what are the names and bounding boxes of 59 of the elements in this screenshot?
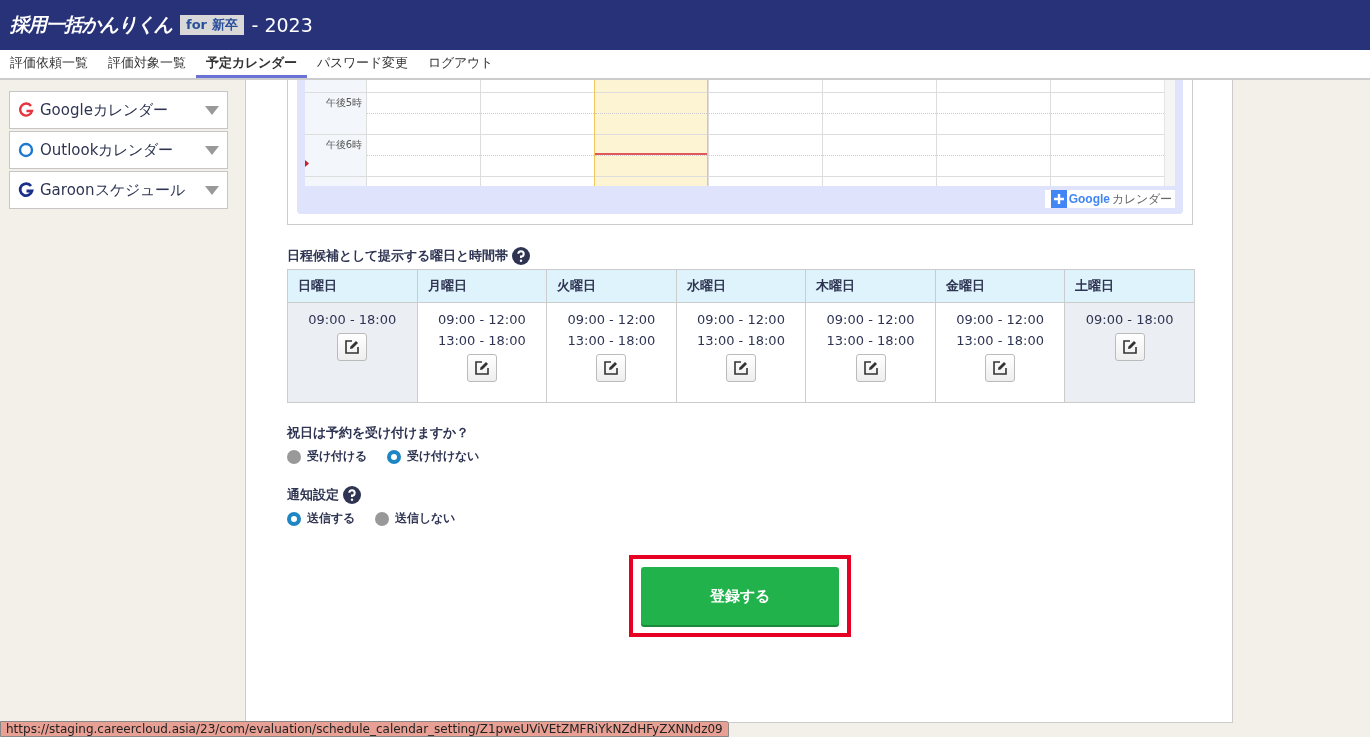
edit-button[interactable]	[466, 354, 497, 382]
table-header: 水曜日	[676, 269, 806, 303]
calendar-dropdown[interactable]: Outlookカレンダー	[9, 131, 228, 169]
edit-icon	[1121, 339, 1138, 355]
table-header: 土曜日	[1064, 269, 1195, 303]
calendar-dropdown[interactable]: Googleカレンダー	[9, 91, 228, 129]
header-title: - 2023	[251, 14, 313, 36]
nav-tab[interactable]: ログアウト	[418, 50, 503, 78]
table-cell: 09:00 - 12:00 13:00 - 18:00	[805, 302, 936, 403]
time-marker-icon	[305, 160, 309, 167]
caret-icon	[205, 185, 219, 195]
table-header: 木曜日	[805, 269, 936, 303]
time-label: 午後6時	[325, 139, 362, 150]
question-label: 祝日は予約を受け付けますか？	[287, 424, 469, 442]
edit-icon	[603, 360, 620, 376]
table-header: 金曜日	[935, 269, 1065, 303]
scrollbar[interactable]	[1164, 80, 1175, 186]
edit-button[interactable]	[855, 354, 886, 382]
nav-tab[interactable]: パスワード変更	[307, 50, 418, 78]
table-cell: 09:00 - 18:00	[1064, 302, 1195, 403]
table-header: 日曜日	[287, 269, 418, 303]
radio-option[interactable]: 送信しない	[375, 510, 455, 527]
calendar-dropdown[interactable]: Garoonスケジュール	[9, 171, 228, 209]
edit-button[interactable]	[1114, 333, 1145, 361]
section-title: 日程候補として提示する曜日と時間帯	[287, 247, 508, 265]
g-letter-icon	[18, 182, 34, 198]
nav-tab[interactable]: 評価対象一覧	[98, 50, 196, 78]
table-cell: 09:00 - 12:00 13:00 - 18:00	[417, 302, 547, 403]
caret-icon	[205, 105, 219, 115]
logo-tag: for 新卒	[180, 15, 244, 35]
edit-icon	[473, 360, 490, 376]
nav-tab[interactable]: 評価依頼一覧	[0, 50, 98, 78]
edit-icon	[344, 339, 361, 355]
time-label: 午後5時	[325, 97, 362, 108]
ring-icon	[18, 142, 34, 158]
edit-icon	[862, 360, 879, 376]
table-header: 火曜日	[546, 269, 677, 303]
edit-button[interactable]	[337, 333, 368, 361]
radio-option[interactable]: 受け付けない	[387, 448, 479, 465]
logo-text: 採用一括かんりくん	[10, 12, 172, 37]
edit-button[interactable]	[725, 354, 756, 382]
google-g-icon	[18, 102, 34, 118]
help-icon[interactable]	[512, 247, 530, 265]
add-to-google-calendar-button[interactable]: Google カレンダー	[1044, 190, 1175, 208]
edit-button[interactable]	[596, 354, 627, 382]
help-icon[interactable]	[343, 486, 361, 504]
section-title: 通知設定	[287, 486, 339, 504]
edit-button[interactable]	[985, 354, 1016, 382]
table-cell: 09:00 - 12:00 13:00 - 18:00	[676, 302, 806, 403]
table-header: 月曜日	[417, 269, 547, 303]
table-cell: 09:00 - 12:00 13:00 - 18:00	[546, 302, 677, 403]
caret-icon	[205, 145, 219, 155]
status-url: https://staging.careercloud.asia/23/com/evaluation/schedule_calendar_setting/Z1pweUViVEtZMFRiYkNZdHFyZXNNdz09	[0, 721, 729, 737]
edit-icon	[732, 360, 749, 376]
table-cell: 09:00 - 12:00 13:00 - 18:00	[935, 302, 1065, 403]
table-cell: 09:00 - 18:00	[287, 302, 418, 403]
radio-option[interactable]: 受け付ける	[287, 448, 367, 465]
edit-icon	[992, 360, 1009, 376]
radio-option[interactable]: 送信する	[287, 510, 355, 527]
